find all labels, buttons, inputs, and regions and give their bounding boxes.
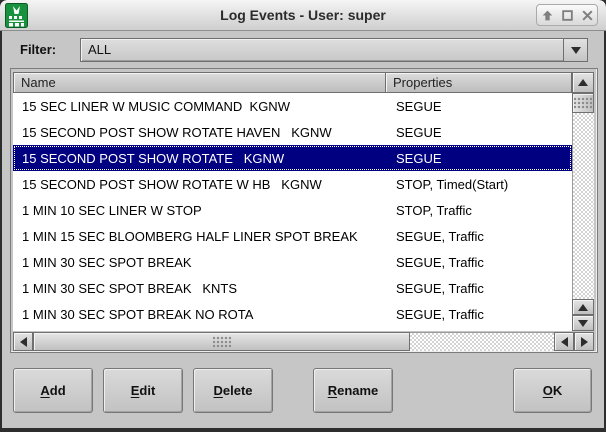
button-label: dit: [139, 383, 155, 398]
window-controls: [536, 4, 598, 26]
roll-up-icon[interactable]: [541, 9, 554, 22]
button-label: elete: [223, 383, 253, 398]
table-row[interactable]: 15 SEC LINER W MUSIC COMMAND KGNW SEGUE: [13, 93, 572, 119]
scroll-up-button-bottom[interactable]: [572, 299, 594, 315]
table-row[interactable]: 1 MIN 30 SEC SPOT BREAK KNTS SEGUE, Traf…: [13, 275, 572, 301]
arrow-up-icon: [578, 304, 588, 311]
filter-selected-value: ALL: [88, 39, 111, 61]
event-properties-cell: STOP, Timed(Start): [391, 177, 572, 192]
button-mnemonic: D: [213, 383, 222, 398]
button-mnemonic: O: [543, 383, 553, 398]
button-label: dd: [50, 383, 66, 398]
event-name-cell: 1 MIN 30 SEC SPOT BREAK: [13, 255, 391, 270]
thumb-grip: [213, 336, 231, 348]
table-row[interactable]: 1 MIN 10 SEC LINER W STOP STOP, Traffic: [13, 197, 572, 223]
column-header-properties[interactable]: Properties: [385, 72, 572, 93]
event-properties-cell: SEGUE: [391, 151, 572, 166]
window-title: Log Events - User: super: [0, 0, 606, 31]
event-properties-cell: SEGUE, Traffic: [391, 307, 572, 322]
event-name-cell: 15 SECOND POST SHOW ROTATE KGNW: [13, 151, 391, 166]
horizontal-scroll-thumb[interactable]: [33, 332, 410, 351]
arrow-left-icon: [561, 337, 568, 347]
event-list: Name Properties 15 SEC LINER W MUSIC COM…: [10, 68, 598, 353]
scroll-right-button[interactable]: [574, 332, 594, 351]
table-row[interactable]: 1 MIN 30 SEC SPOT BREAK NO ROTA SEGUE, T…: [13, 301, 572, 327]
table-row[interactable]: 15 SECOND POST SHOW ROTATE HAVEN KGNW SE…: [13, 119, 572, 145]
button-mnemonic: E: [131, 383, 140, 398]
horizontal-scrollbar: [13, 332, 594, 351]
event-name-cell: 15 SECOND POST SHOW ROTATE W HB KGNW: [13, 177, 391, 192]
event-properties-cell: SEGUE, Traffic: [391, 255, 572, 270]
event-properties-cell: SEGUE: [391, 125, 572, 140]
log-events-window: Log Events - User: super Filter: ALL Nam…: [0, 0, 606, 432]
button-label: K: [553, 383, 562, 398]
event-properties-cell: STOP, Traffic: [391, 203, 572, 218]
table-row[interactable]: 1 MIN 15 SEC BLOOMBERG HALF LINER SPOT B…: [13, 223, 572, 249]
scroll-down-button[interactable]: [572, 315, 594, 331]
button-label: ename: [337, 383, 378, 398]
vertical-scroll-track[interactable]: [572, 113, 594, 299]
scroll-left-button[interactable]: [13, 332, 33, 351]
combo-dropdown-button[interactable]: [563, 39, 587, 61]
ok-button[interactable]: OK: [513, 368, 592, 413]
arrow-right-icon: [581, 337, 588, 347]
thumb-grip: [574, 97, 592, 109]
event-properties-cell: SEGUE: [391, 99, 572, 114]
event-name-cell: 1 MIN 30 SEC SPOT BREAK KNTS: [13, 281, 391, 296]
close-icon[interactable]: [581, 9, 594, 22]
button-mnemonic: R: [328, 383, 337, 398]
table-row[interactable]: 1 MIN 30 SEC SPOT BREAK SEGUE, Traffic: [13, 249, 572, 275]
arrow-left-icon: [20, 337, 27, 347]
table-row[interactable]: 15 SECOND POST SHOW ROTATE W HB KGNW STO…: [13, 171, 572, 197]
column-header-name[interactable]: Name: [13, 72, 386, 93]
event-name-cell: 1 MIN 15 SEC BLOOMBERG HALF LINER SPOT B…: [13, 229, 391, 244]
horizontal-scroll-track[interactable]: [410, 332, 554, 351]
add-button[interactable]: Add: [13, 368, 93, 413]
arrow-up-icon: [578, 79, 588, 86]
rename-button[interactable]: Rename: [313, 368, 393, 413]
chevron-down-icon: [571, 47, 581, 54]
scroll-left-button-right[interactable]: [554, 332, 574, 351]
event-name-cell: 1 MIN 30 SEC SPOT BREAK NO ROTA: [13, 307, 391, 322]
delete-button[interactable]: Delete: [193, 368, 273, 413]
event-name-cell: 15 SEC LINER W MUSIC COMMAND KGNW: [13, 99, 391, 114]
list-rows: 15 SEC LINER W MUSIC COMMAND KGNW SEGUE …: [13, 93, 572, 331]
button-mnemonic: A: [40, 383, 49, 398]
titlebar[interactable]: Log Events - User: super: [0, 0, 606, 31]
filter-label: Filter:: [20, 38, 56, 62]
vertical-scrollbar: [572, 72, 594, 331]
event-name-cell: 1 MIN 10 SEC LINER W STOP: [13, 203, 391, 218]
scroll-up-button[interactable]: [572, 72, 594, 93]
edit-button[interactable]: Edit: [103, 368, 183, 413]
maximize-icon[interactable]: [561, 9, 574, 22]
event-name-cell: 15 SECOND POST SHOW ROTATE HAVEN KGNW: [13, 125, 391, 140]
filter-combobox[interactable]: ALL: [80, 38, 588, 62]
event-properties-cell: SEGUE, Traffic: [391, 229, 572, 244]
table-row[interactable]: 15 SECOND POST SHOW ROTATE KGNW SEGUE: [13, 145, 572, 171]
arrow-down-icon: [578, 320, 588, 327]
vertical-scroll-thumb[interactable]: [572, 93, 594, 113]
event-properties-cell: SEGUE, Traffic: [391, 281, 572, 296]
dialog-body: Filter: ALL Name Properties 15 SEC LINER…: [2, 31, 604, 428]
